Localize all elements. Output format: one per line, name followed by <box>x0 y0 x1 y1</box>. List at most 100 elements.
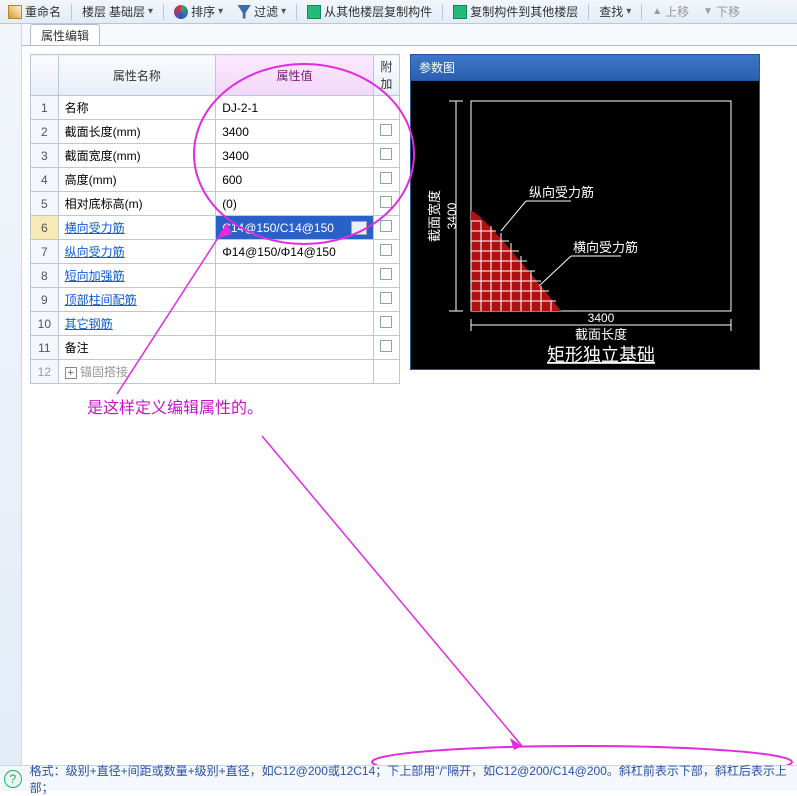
extra-checkbox[interactable] <box>380 268 392 280</box>
extra-checkbox[interactable] <box>380 196 392 208</box>
filter-label: 过滤 <box>254 3 278 20</box>
arrow-down-icon: ▼ <box>703 6 713 17</box>
prop-value-cell[interactable]: 3400 <box>216 144 374 168</box>
row-number: 9 <box>31 288 59 312</box>
prop-value-cell[interactable]: C14@150/C14@150⋯ <box>216 216 374 240</box>
prop-value-cell[interactable] <box>216 288 374 312</box>
toolbar: 重命名 楼层 基础层 ▾ 排序 ▾ 过滤 ▾ 从其他楼层复制构件 复制构件到其他… <box>0 0 797 24</box>
prop-value-cell[interactable] <box>216 336 374 360</box>
prop-value-cell[interactable] <box>216 312 374 336</box>
find-label: 查找 <box>599 3 623 20</box>
prop-name-cell: + 锚固搭接 <box>58 360 216 384</box>
extra-checkbox[interactable] <box>380 172 392 184</box>
table-row[interactable]: 7 纵向受力筋 Φ14@150/Φ14@150 <box>31 240 400 264</box>
prop-value-cell[interactable] <box>216 360 374 384</box>
tab-property-edit[interactable]: 属性编辑 <box>30 24 100 45</box>
move-down-button[interactable]: ▼ 下移 <box>699 1 744 22</box>
extra-checkbox[interactable] <box>380 124 392 136</box>
filter-icon <box>237 5 251 19</box>
table-row[interactable]: 5相对底标高(m)(0) <box>31 192 400 216</box>
prop-value-cell[interactable] <box>216 264 374 288</box>
separator <box>442 4 443 20</box>
move-up-button[interactable]: ▲ 上移 <box>648 1 693 22</box>
extra-checkbox-cell <box>373 336 399 360</box>
sort-icon <box>174 5 188 19</box>
extra-checkbox[interactable] <box>380 148 392 160</box>
sort-button[interactable]: 排序 ▾ <box>170 1 227 22</box>
row-number: 8 <box>31 264 59 288</box>
extra-checkbox-cell <box>373 360 399 384</box>
prop-name-link[interactable]: 短向加强筋 <box>65 269 125 283</box>
row-number: 11 <box>31 336 59 360</box>
prop-name-cell: 顶部柱间配筋 <box>58 288 216 312</box>
table-row[interactable]: 12+ 锚固搭接 <box>31 360 400 384</box>
help-icon[interactable]: ? <box>4 770 22 788</box>
table-row[interactable]: 4高度(mm)600 <box>31 168 400 192</box>
copy-to-label: 复制构件到其他楼层 <box>470 3 578 20</box>
prop-value-cell[interactable]: Φ14@150/Φ14@150 <box>216 240 374 264</box>
left-gutter <box>0 24 22 765</box>
param-title: 参数图 <box>410 54 760 80</box>
extra-checkbox[interactable] <box>380 316 392 328</box>
extra-checkbox-cell <box>373 168 399 192</box>
expander-icon[interactable]: + <box>65 367 77 379</box>
extra-checkbox-cell <box>373 264 399 288</box>
col-value-head[interactable]: 属性值 <box>216 55 374 96</box>
floor-label: 楼层 <box>82 3 106 20</box>
table-row[interactable]: 3截面宽度(mm)3400 <box>31 144 400 168</box>
copy-from-button[interactable]: 从其他楼层复制构件 <box>303 1 436 22</box>
row-number: 12 <box>31 360 59 384</box>
prop-name-link[interactable]: 顶部柱间配筋 <box>65 293 137 307</box>
floor-value: 基础层 <box>109 3 145 20</box>
prop-value-cell[interactable]: 3400 <box>216 120 374 144</box>
main-panel: 属性编辑 属性名称 属性值 附加 1名称DJ-2-12截面长度(mm)34003… <box>22 24 797 765</box>
dropdown-icon: ▾ <box>148 6 153 17</box>
content-area: 属性编辑 属性名称 属性值 附加 1名称DJ-2-12截面长度(mm)34003… <box>0 24 797 765</box>
dropdown-icon: ▾ <box>218 6 223 17</box>
prop-name-cell: 相对底标高(m) <box>58 192 216 216</box>
table-row[interactable]: 8 短向加强筋 <box>31 264 400 288</box>
separator <box>641 4 642 20</box>
extra-checkbox[interactable] <box>380 244 392 256</box>
ellipsis-button[interactable]: ⋯ <box>351 221 367 235</box>
copy-to-button[interactable]: 复制构件到其他楼层 <box>449 1 582 22</box>
prop-name-link[interactable]: 横向受力筋 <box>65 221 125 235</box>
extra-checkbox-cell <box>373 216 399 240</box>
extra-checkbox[interactable] <box>380 340 392 352</box>
svg-text:矩形独立基础: 矩形独立基础 <box>547 345 655 365</box>
prop-value-cell[interactable]: (0) <box>216 192 374 216</box>
move-up-label: 上移 <box>665 3 689 20</box>
extra-checkbox[interactable] <box>380 220 392 232</box>
prop-value-cell[interactable]: DJ-2-1 <box>216 96 374 120</box>
separator <box>588 4 589 20</box>
table-row[interactable]: 9 顶部柱间配筋 <box>31 288 400 312</box>
table-row[interactable]: 6 横向受力筋 C14@150/C14@150⋯ <box>31 216 400 240</box>
rename-button[interactable]: 重命名 <box>4 1 65 22</box>
row-number: 6 <box>31 216 59 240</box>
extra-checkbox[interactable] <box>380 292 392 304</box>
prop-name-cell: 横向受力筋 <box>58 216 216 240</box>
row-number-head <box>31 55 59 96</box>
param-panel: 参数图 截面宽度 3400 <box>410 54 760 370</box>
table-row[interactable]: 2截面长度(mm)3400 <box>31 120 400 144</box>
find-button[interactable]: 查找 ▾ <box>595 1 635 22</box>
copy-icon <box>453 5 467 19</box>
prop-name-link[interactable]: 纵向受力筋 <box>65 245 125 259</box>
status-bar: ? 格式：级别+直径+间距或数量+级别+直径，如C12@200或12C14；下上… <box>0 765 797 791</box>
row-number: 7 <box>31 240 59 264</box>
extra-checkbox-cell <box>373 96 399 120</box>
prop-value-cell[interactable]: 600 <box>216 168 374 192</box>
extra-checkbox-cell <box>373 288 399 312</box>
filter-button[interactable]: 过滤 ▾ <box>233 1 290 22</box>
svg-text:3400: 3400 <box>588 311 615 325</box>
prop-name-cell: 其它钢筋 <box>58 312 216 336</box>
separator <box>163 4 164 20</box>
table-row[interactable]: 10其它钢筋 <box>31 312 400 336</box>
extra-checkbox-cell <box>373 240 399 264</box>
row-number: 4 <box>31 168 59 192</box>
floor-selector[interactable]: 楼层 基础层 ▾ <box>78 1 157 22</box>
table-row[interactable]: 11备注 <box>31 336 400 360</box>
table-row[interactable]: 1名称DJ-2-1 <box>31 96 400 120</box>
row-number: 3 <box>31 144 59 168</box>
prop-name-link[interactable]: 其它钢筋 <box>65 317 113 331</box>
